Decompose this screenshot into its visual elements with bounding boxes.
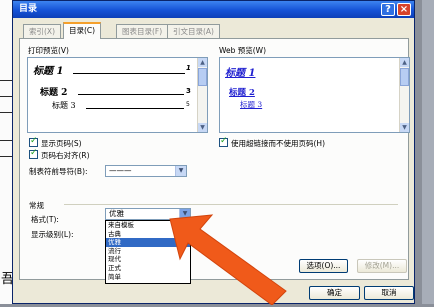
web-link-level1[interactable]: 标题 1 — [225, 64, 255, 79]
options-button[interactable]: 选项(O)... — [299, 259, 348, 273]
help-button[interactable]: ? — [381, 3, 395, 16]
scroll-up-arrow-icon[interactable]: ▲ — [400, 58, 409, 67]
toc-leader — [73, 73, 185, 74]
toc-entry-level1: 标题 1 — [33, 66, 64, 77]
format-value: 优雅 — [109, 209, 124, 218]
right-align-checkbox[interactable] — [29, 148, 38, 159]
show-levels-label: 显示级别(L): — [31, 230, 74, 239]
web-link-level3[interactable]: 标题 3 — [240, 99, 262, 110]
tab-leader-label: 制表符前导符(B): — [29, 167, 88, 176]
show-page-numbers-label: 显示页码(S) — [41, 139, 82, 148]
toc-entry-level3: 标题 3 — [52, 101, 76, 110]
annotation-arrow-icon — [168, 205, 288, 306]
toc-leader — [78, 94, 184, 95]
tab-index[interactable]: 索引(X) — [23, 24, 61, 38]
tab-figures[interactable]: 图表目录(F) — [116, 24, 169, 38]
tab-citations[interactable]: 引文目录(A) — [167, 24, 220, 38]
format-label: 格式(T): — [31, 215, 59, 224]
tab-leader-select[interactable]: ——— ▼ — [105, 165, 187, 177]
web-preview-box: 标题 1 标题 2 标题 3 ▲ ▼ — [219, 57, 410, 133]
scroll-thumb[interactable] — [198, 68, 207, 86]
show-page-numbers-checkbox[interactable] — [29, 136, 38, 147]
toc-leader — [86, 108, 184, 109]
use-hyperlinks-label: 使用超链接而不使用页码(H) — [231, 139, 325, 148]
right-align-label: 页码右对齐(R) — [41, 151, 90, 160]
print-preview-label: 打印预览(V) — [28, 46, 69, 55]
scroll-down-arrow-icon[interactable]: ▼ — [400, 123, 409, 132]
ok-button[interactable]: 确定 — [309, 286, 360, 300]
toc-page-3: 5 — [186, 101, 190, 108]
document-background-right — [422, 0, 434, 304]
cancel-button[interactable]: 取消 — [364, 286, 414, 300]
chevron-down-icon[interactable]: ▼ — [175, 166, 186, 176]
scroll-down-arrow-icon[interactable]: ▼ — [198, 123, 207, 132]
use-hyperlinks-checkbox[interactable] — [219, 136, 228, 147]
document-rule — [0, 112, 12, 113]
print-preview-box: 标题 1 1 标题 2 3 标题 3 5 ▲ ▼ — [27, 57, 208, 133]
document-rule — [0, 96, 12, 97]
dialog-title: 目录 — [19, 4, 38, 14]
modify-button[interactable]: 修改(M)... — [357, 259, 407, 273]
document-rule — [0, 140, 12, 141]
document-rule — [0, 80, 12, 81]
scroll-up-arrow-icon[interactable]: ▲ — [198, 58, 207, 67]
toc-page-2: 3 — [186, 87, 191, 95]
web-preview-label: Web 预览(W) — [219, 46, 267, 55]
close-button[interactable]: × — [397, 3, 411, 16]
print-preview-scrollbar[interactable]: ▲ ▼ — [197, 58, 207, 132]
scroll-thumb[interactable] — [400, 68, 409, 86]
tab-leader-value: ——— — [109, 166, 132, 175]
dialog-titlebar[interactable]: 目录 — [13, 1, 414, 18]
toc-page-1: 1 — [186, 64, 191, 72]
document-rule — [0, 156, 12, 157]
tab-toc[interactable]: 目录(C) — [63, 22, 102, 39]
web-preview-scrollbar[interactable]: ▲ ▼ — [399, 58, 409, 132]
web-link-level2[interactable]: 标题 2 — [229, 86, 255, 98]
toc-entry-level2: 标题 2 — [40, 88, 68, 98]
general-group-label: 常规 — [29, 201, 44, 210]
